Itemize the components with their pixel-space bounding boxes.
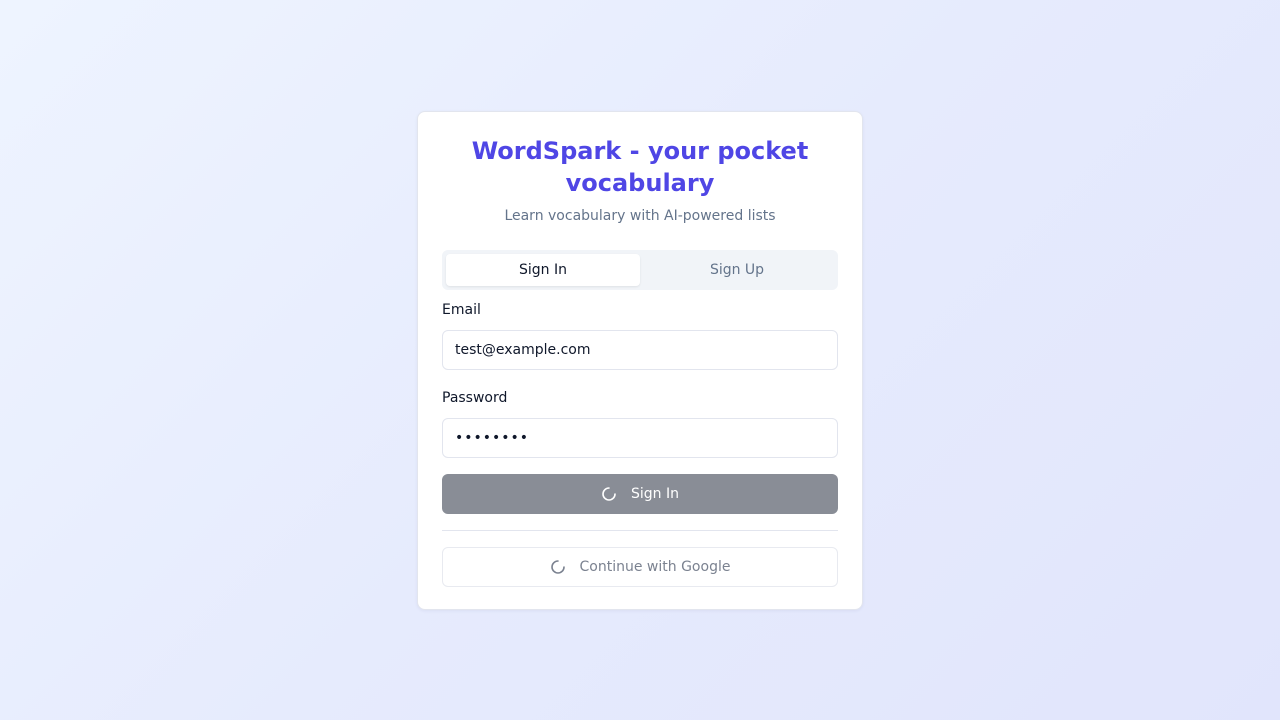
email-label: Email <box>442 302 481 318</box>
tab-sign-in[interactable]: Sign In <box>446 254 640 286</box>
google-sign-in-button[interactable]: Continue with Google <box>442 547 838 587</box>
loader-icon <box>601 486 617 502</box>
auth-card: WordSpark - your pocket vocabulary Learn… <box>417 111 863 610</box>
divider <box>442 530 838 531</box>
sign-in-button-label: Sign In <box>631 486 679 502</box>
app-title: WordSpark - your pocket vocabulary <box>471 137 809 197</box>
password-label: Password <box>442 390 508 406</box>
google-button-label: Continue with Google <box>579 559 731 575</box>
email-field[interactable]: test@example.com <box>442 330 838 370</box>
auth-tabs: Sign In Sign Up <box>442 250 838 290</box>
password-field[interactable]: •••••••• <box>442 418 838 458</box>
app-subtitle: Learn vocabulary with AI-powered lists <box>504 208 776 224</box>
tab-sign-up[interactable]: Sign Up <box>640 254 834 286</box>
sign-in-button[interactable]: Sign In <box>442 474 838 514</box>
loader-icon <box>550 559 566 575</box>
